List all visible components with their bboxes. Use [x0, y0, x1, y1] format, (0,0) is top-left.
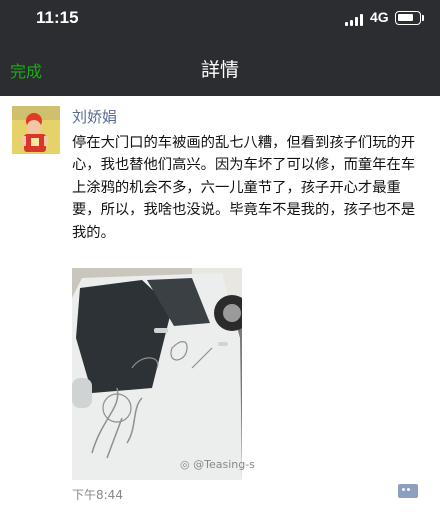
weibo-icon: ◎ — [180, 458, 190, 471]
post-time: 下午8:44 — [72, 488, 123, 502]
network-type: 4G — [370, 9, 389, 25]
battery-level — [398, 14, 414, 21]
battery-icon — [395, 11, 421, 25]
avatar[interactable] — [12, 106, 60, 154]
post-text: 停在大门口的车被画的乱七八糟，但看到孩子们玩的开心，我也替他们高兴。因为车坏了可… — [72, 135, 416, 241]
photo-watermark-text: @Teasing-s — [193, 458, 255, 471]
nav-bar: 完成 詳情 — [0, 40, 440, 96]
battery-cap — [422, 15, 424, 21]
moment-detail: 刘娇娟 停在大门口的车被画的乱七八糟，但看到孩子们玩的开心，我也替他们高兴。因为… — [0, 96, 440, 512]
comment-icon[interactable] — [398, 484, 418, 498]
username[interactable]: 刘娇娟 — [72, 106, 117, 127]
page-title: 詳情 — [200, 59, 239, 81]
signal-icon — [345, 13, 365, 26]
status-time: 11:15 — [36, 8, 79, 27]
status-bar: 11:15 4G — [0, 0, 440, 40]
post-photo[interactable] — [72, 268, 242, 480]
photo-watermark: ◎ @Teasing-s — [180, 458, 255, 471]
